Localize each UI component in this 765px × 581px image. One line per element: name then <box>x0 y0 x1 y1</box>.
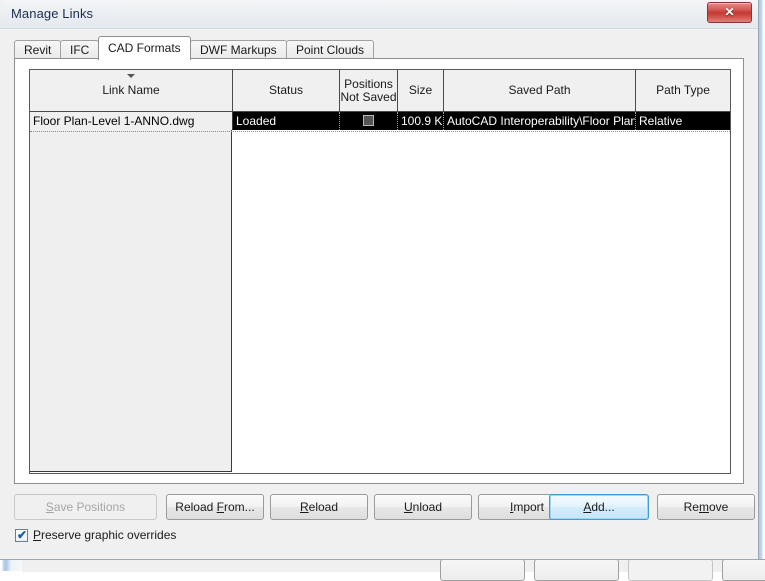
sort-descending-icon <box>127 74 135 78</box>
preserve-graphic-overrides-label: Preserve graphic overrides <box>33 528 176 542</box>
column-header-label: Link Name <box>102 83 160 97</box>
tab-dwf-markups[interactable]: DWF Markups <box>190 40 287 59</box>
links-table[interactable]: Link Name Status Positions Not Saved Size Sav… <box>29 69 731 474</box>
column-header-label: Size <box>408 83 433 97</box>
footer-button-1[interactable] <box>440 559 525 581</box>
tab-revit[interactable]: Revit <box>14 40 62 59</box>
preserve-graphic-overrides-checkbox[interactable]: ✔ <box>15 527 28 542</box>
column-header-label: Path Type <box>656 83 710 97</box>
tab-cad-formats[interactable]: CAD Formats <box>98 36 191 60</box>
button-label-suffix: eload <box>308 500 339 514</box>
button-label-mnemonic: U <box>403 500 413 514</box>
save-positions-button[interactable]: Save Positions <box>14 494 157 520</box>
column-header-size[interactable]: Size <box>398 70 444 111</box>
button-label-prefix: Reload <box>175 500 217 514</box>
footer-button-2[interactable] <box>534 559 619 581</box>
tab-panel-cad-formats: Link Name Status Positions Not Saved Size Sav… <box>14 58 744 484</box>
link-name-column-panel <box>30 130 232 472</box>
column-header-saved-path[interactable]: Saved Path <box>444 70 636 111</box>
button-label-suffix: ave Positions <box>53 500 126 514</box>
tab-label: Revit <box>24 43 52 57</box>
unload-button[interactable]: Unload <box>374 494 472 520</box>
tab-label: CAD Formats <box>108 41 181 55</box>
tab-ifc[interactable]: IFC <box>60 40 100 59</box>
cell-size: 100.9 K <box>398 112 444 130</box>
button-label-suffix: ove <box>708 500 729 514</box>
cell-status: Loaded <box>233 112 340 130</box>
button-label-suffix: dd... <box>591 500 615 514</box>
option-label-mnemonic: P <box>33 528 42 542</box>
close-button[interactable]: ✕ <box>707 2 752 23</box>
positions-not-saved-checkbox[interactable] <box>363 115 374 126</box>
button-label-suffix: nload <box>412 500 443 514</box>
tab-point-clouds[interactable]: Point Clouds <box>286 40 375 59</box>
button-label-mnemonic: S <box>45 500 54 514</box>
column-header-label: Status <box>268 83 304 97</box>
cell-positions-not-saved <box>340 112 398 130</box>
reload-button[interactable]: Reload <box>270 494 368 520</box>
add-button[interactable]: Add... <box>549 494 649 520</box>
button-label-suffix: rom... <box>224 500 255 514</box>
application-background: Manage Links ✕ Revit IFC CAD Formats DWF Ma… <box>0 0 765 581</box>
row-separator <box>30 130 730 132</box>
manage-links-dialog: Manage Links ✕ Revit IFC CAD Formats DWF Ma… <box>0 0 759 560</box>
column-header-label: Positions Not Saved <box>340 76 397 104</box>
dialog-title: Manage Links <box>11 6 94 21</box>
tab-label: Point Clouds <box>296 43 365 57</box>
action-button-row: Save Positions Reload From... Reload Unload… <box>14 494 755 520</box>
table-header-row: Link Name Status Positions Not Saved Size Sav… <box>30 70 730 112</box>
option-label-suffix: reserve graphic overrides <box>41 528 177 542</box>
close-icon: ✕ <box>724 5 735 19</box>
button-label-mnemonic: R <box>299 500 309 514</box>
column-header-positions-not-saved[interactable]: Positions Not Saved <box>340 70 398 111</box>
tab-bar: Revit IFC CAD Formats DWF Markups Point Clou… <box>14 36 744 60</box>
cell-link-name: Floor Plan-Level 1-ANNO.dwg <box>30 112 233 130</box>
preserve-graphic-overrides-option[interactable]: ✔ Preserve graphic overrides <box>15 527 176 543</box>
column-header-status[interactable]: Status <box>233 70 340 111</box>
reload-from-button[interactable]: Reload From... <box>166 494 264 520</box>
column-header-line1: Positions <box>344 76 393 91</box>
button-label-mnemonic: F <box>216 500 225 514</box>
button-label-mnemonic: m <box>698 500 709 514</box>
cell-path-type: Relative <box>639 114 683 128</box>
tab-label: IFC <box>70 43 90 57</box>
footer-button-4[interactable] <box>722 559 765 581</box>
table-body[interactable]: Floor Plan-Level 1-ANNO.dwg Loaded 100.9 K… <box>30 112 730 473</box>
column-header-line2: Not Saved <box>340 89 397 104</box>
tab-label: DWF Markups <box>200 43 277 57</box>
button-label-prefix: Re <box>683 500 699 514</box>
footer-button-3[interactable] <box>628 559 713 581</box>
table-row[interactable]: Floor Plan-Level 1-ANNO.dwg Loaded 100.9 K… <box>30 112 730 130</box>
checkmark-icon: ✔ <box>17 527 28 542</box>
dialog-titlebar[interactable]: Manage Links ✕ <box>0 0 758 29</box>
cell-saved-path: AutoCAD Interoperability\Floor Plan- <box>444 112 636 130</box>
remove-button[interactable]: Remove <box>657 494 755 520</box>
column-header-path-type[interactable]: Path Type <box>636 70 730 111</box>
column-header-link-name[interactable]: Link Name <box>30 70 233 111</box>
column-header-label: Saved Path <box>508 83 571 97</box>
button-label-suffix: mport <box>513 500 545 514</box>
